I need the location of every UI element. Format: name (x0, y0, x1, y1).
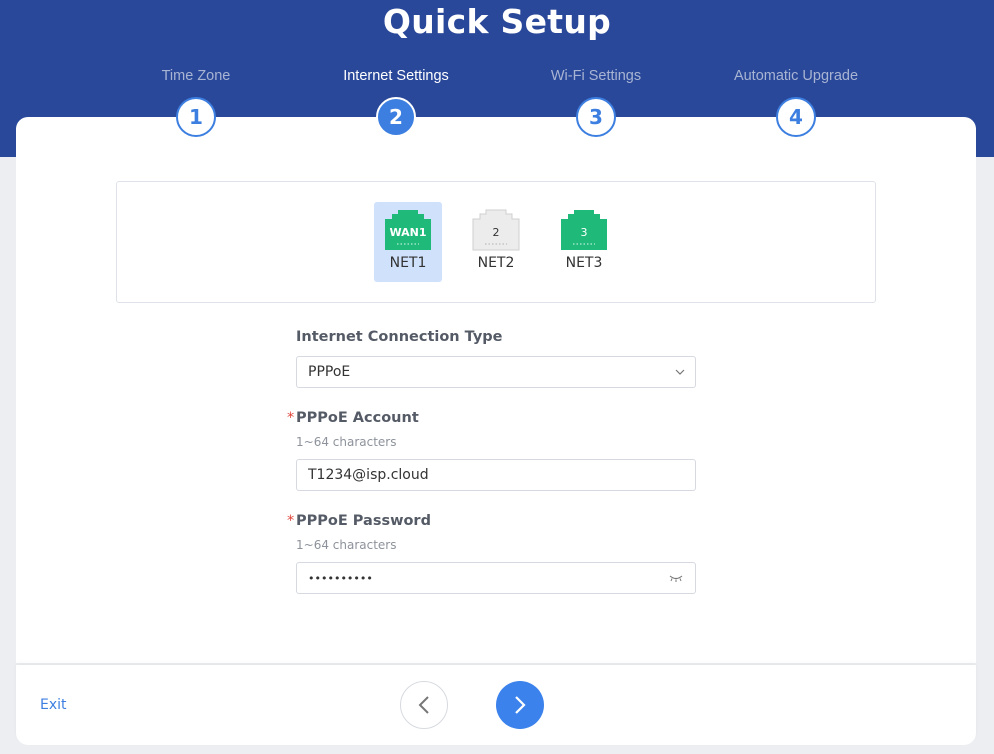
pppoe-password-field: * PPPoE Password 1~64 characters •••••••… (287, 513, 696, 594)
pppoe-account-hint: 1~64 characters (296, 435, 397, 449)
chevron-right-icon (515, 696, 526, 714)
ethernet-port-icon: WAN1 (385, 210, 431, 250)
step-label: Internet Settings (343, 68, 449, 84)
ethernet-port-icon: 3 (561, 210, 607, 250)
port-icon-text: 2 (493, 226, 500, 239)
pppoe-account-field: * PPPoE Account 1~64 characters (287, 410, 696, 491)
port-label: NET3 (565, 255, 603, 271)
connection-type-label: Internet Connection Type (296, 329, 503, 345)
step-automatic-upgrade[interactable]: Automatic Upgrade 4 (696, 66, 896, 137)
port-selector: WAN1 NET1 2 NET2 3 NET3 (116, 181, 876, 303)
required-mark: * (287, 513, 295, 529)
step-wifi-settings[interactable]: Wi-Fi Settings 3 (496, 66, 696, 137)
footer-bar: Exit (16, 665, 976, 745)
pppoe-password-label-row: * PPPoE Password (287, 513, 696, 529)
step-number: 1 (176, 97, 216, 137)
step-time-zone[interactable]: Time Zone 1 (96, 66, 296, 137)
pppoe-password-hint: 1~64 characters (296, 538, 397, 552)
port-icon-text: 3 (581, 226, 588, 239)
step-label: Time Zone (161, 68, 231, 84)
port-label: NET1 (389, 255, 427, 271)
port-icon-text: WAN1 (389, 226, 426, 239)
page-title: Quick Setup (382, 2, 612, 41)
step-label: Wi-Fi Settings (550, 68, 642, 84)
port-net2[interactable]: 2 NET2 (462, 202, 530, 282)
pppoe-account-input[interactable] (308, 467, 648, 483)
required-mark: * (287, 410, 295, 426)
step-number: 3 (576, 97, 616, 137)
step-label: Automatic Upgrade (733, 68, 859, 84)
port-net3[interactable]: 3 NET3 (550, 202, 618, 282)
step-number: 4 (776, 97, 816, 137)
step-number: 2 (376, 97, 416, 137)
exit-link[interactable]: Exit (40, 697, 67, 713)
previous-button[interactable] (400, 681, 448, 729)
pppoe-account-label-row: * PPPoE Account (287, 410, 696, 426)
pppoe-password-label: PPPoE Password (296, 513, 431, 529)
port-label: NET2 (477, 255, 515, 271)
eye-closed-icon[interactable] (669, 574, 683, 582)
chevron-left-icon (418, 696, 429, 714)
ethernet-port-icon: 2 (472, 209, 520, 251)
pppoe-account-input-box (296, 459, 696, 491)
pppoe-account-label: PPPoE Account (296, 410, 419, 426)
connection-type-field: Internet Connection Type PPPoE (296, 329, 696, 388)
pppoe-password-input[interactable]: •••••••••• (308, 572, 373, 585)
port-net1[interactable]: WAN1 NET1 (374, 202, 442, 282)
next-button[interactable] (496, 681, 544, 729)
connection-type-select[interactable]: PPPoE (296, 356, 696, 388)
pppoe-password-input-box: •••••••••• (296, 562, 696, 594)
chevron-down-icon (675, 369, 685, 375)
connection-type-value: PPPoE (308, 364, 351, 380)
step-internet-settings[interactable]: Internet Settings 2 (296, 66, 496, 137)
